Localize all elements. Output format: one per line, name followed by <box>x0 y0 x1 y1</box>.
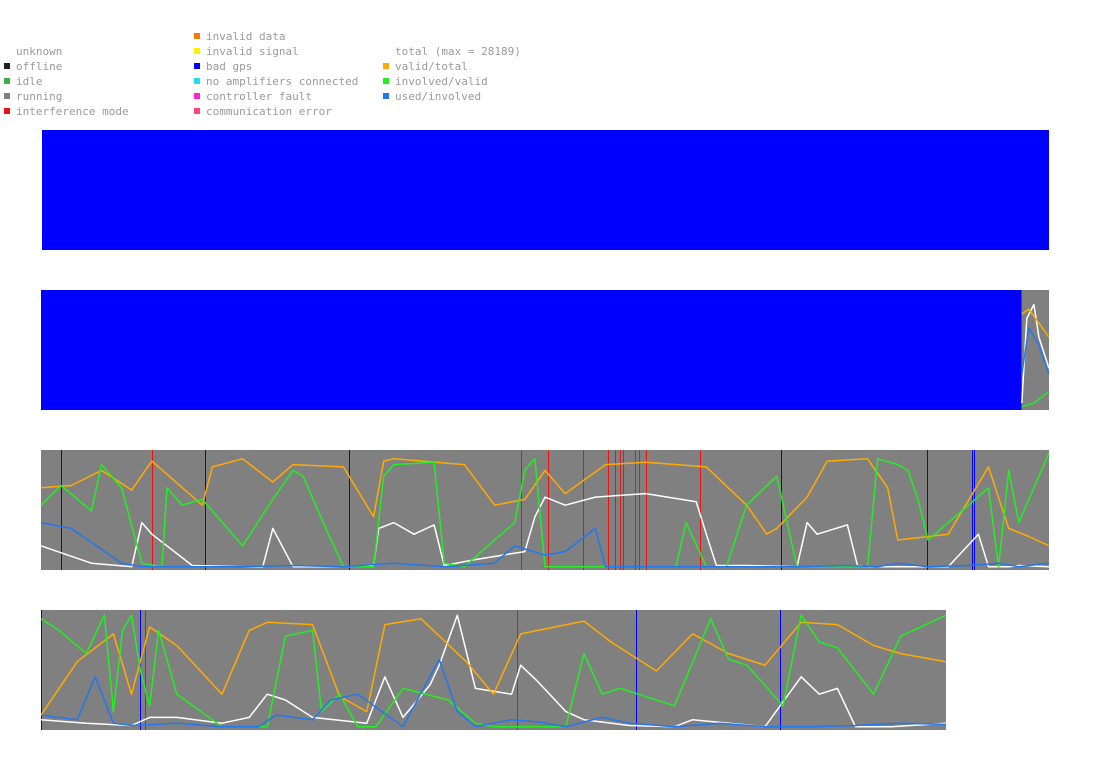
legend-swatch <box>194 48 200 54</box>
legend-swatch <box>4 78 10 84</box>
legend-swatch <box>4 63 10 69</box>
chart-panel-4 <box>41 610 946 730</box>
legend-label: bad gps <box>206 60 253 73</box>
status-segment-bad-gps <box>42 130 1049 250</box>
legend-swatch <box>194 63 200 69</box>
legend-label: communication error <box>206 105 332 118</box>
status-segment-bad-gps <box>41 290 1022 410</box>
chart-panel-3 <box>41 450 1049 570</box>
status-segment-running <box>41 450 1049 570</box>
legend-swatch <box>383 78 389 84</box>
legend-label: running <box>16 90 63 103</box>
legend-label: used/involved <box>395 90 482 103</box>
chart-panel-1 <box>42 130 1049 250</box>
legend-label: interference mode <box>16 105 129 118</box>
legend-swatch <box>4 93 10 99</box>
legend-label: involved/valid <box>395 75 488 88</box>
legend-label: controller fault <box>206 90 312 103</box>
legend-label: invalid signal <box>206 45 299 58</box>
legend-swatch <box>383 93 389 99</box>
legend-label: valid/total <box>395 60 468 73</box>
chart-panel-2 <box>41 290 1049 410</box>
legend-label: invalid data <box>206 30 286 43</box>
legend-label: no amplifiers connected <box>206 75 359 88</box>
legend-swatch <box>4 108 10 114</box>
legend-swatch <box>194 33 200 39</box>
legend-swatch <box>383 63 389 69</box>
legend-swatch <box>194 108 200 114</box>
legend-label: unknown <box>16 45 63 58</box>
legend-swatch <box>383 48 389 54</box>
legend-label: total (max = 28189) <box>395 45 521 58</box>
legend-label: offline <box>16 60 63 73</box>
legend-swatch <box>194 93 200 99</box>
legend-swatch <box>4 48 10 54</box>
legend-label: idle <box>16 75 43 88</box>
legend-swatch <box>194 78 200 84</box>
